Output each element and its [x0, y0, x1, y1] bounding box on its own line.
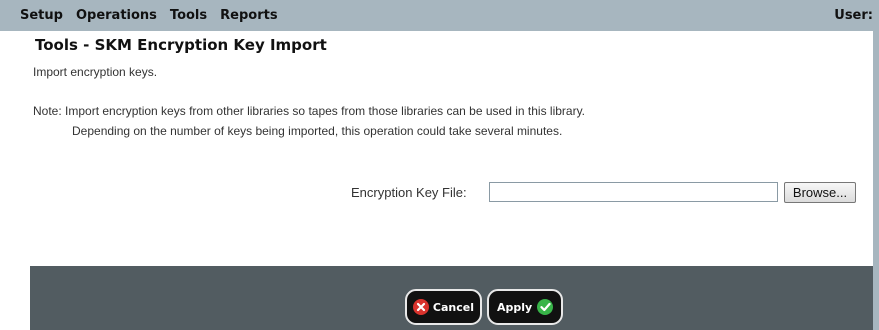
apply-label: Apply	[497, 300, 533, 314]
page-description: Import encryption keys.	[33, 65, 158, 79]
user-label: User:	[834, 8, 873, 23]
note-line-2: Depending on the number of keys being im…	[72, 124, 563, 138]
browse-button[interactable]: Browse...	[784, 182, 856, 203]
cancel-button[interactable]: Cancel	[405, 289, 482, 325]
content-right-border	[873, 31, 879, 330]
menu-tools[interactable]: Tools	[170, 8, 207, 23]
note-line-1: Note: Import encryption keys from other …	[33, 104, 586, 118]
encryption-key-file-input[interactable]	[489, 182, 778, 202]
x-circle-icon	[413, 299, 429, 315]
checkmark-circle-icon	[537, 299, 554, 315]
page-title: Tools - SKM Encryption Key Import	[35, 36, 327, 54]
menu-reports[interactable]: Reports	[220, 8, 277, 23]
apply-button[interactable]: Apply	[487, 289, 563, 325]
note-text: Note: Import encryption keys from other …	[33, 101, 585, 141]
menu-setup[interactable]: Setup	[20, 8, 63, 23]
encryption-key-file-label: Encryption Key File:	[351, 185, 467, 200]
menu-bar: Setup Operations Tools Reports User:	[0, 0, 879, 31]
cancel-label: Cancel	[432, 300, 474, 314]
menu-operations[interactable]: Operations	[76, 8, 157, 23]
